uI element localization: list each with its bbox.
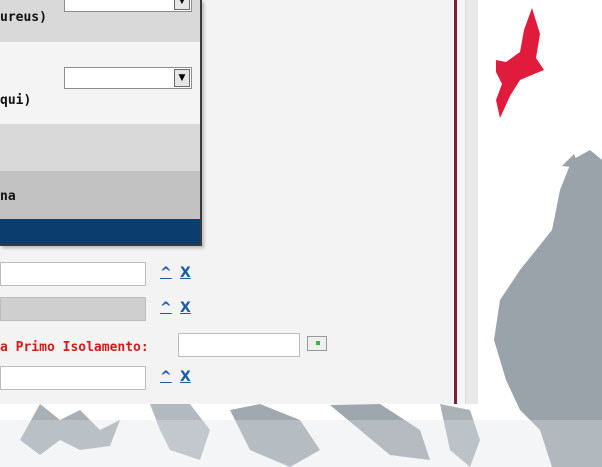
popup-row[interactable]: ureus) ▼ xyxy=(0,0,200,42)
chevron-down-icon[interactable]: ▼ xyxy=(174,69,190,87)
dropdown-select[interactable]: ▼ xyxy=(64,67,192,89)
horse-silhouette-icon xyxy=(494,150,602,467)
calendar-icon[interactable] xyxy=(307,336,327,351)
form-panel: ureus) ▼ ▼ qui) na ^ X ^ X a Primo Isola… xyxy=(0,0,462,404)
popup-row[interactable]: na xyxy=(0,171,200,219)
text-field-disabled[interactable] xyxy=(0,297,146,321)
panel-border xyxy=(457,0,466,404)
scrollbar[interactable] xyxy=(466,0,478,404)
popup-row[interactable] xyxy=(0,124,200,171)
text-field[interactable] xyxy=(0,262,146,286)
popup-footer xyxy=(0,219,200,244)
chevron-down-icon[interactable]: ▼ xyxy=(174,0,190,10)
clear-button[interactable]: X xyxy=(180,265,191,281)
popup-row[interactable]: ▼ qui) xyxy=(0,42,200,124)
clear-button[interactable]: X xyxy=(180,369,191,385)
popup-row-label: qui) xyxy=(0,93,32,108)
dropdown-popup: ureus) ▼ ▼ qui) na xyxy=(0,0,202,246)
popup-row-label: ureus) xyxy=(0,10,47,25)
move-up-button[interactable]: ^ xyxy=(160,369,172,385)
move-up-button[interactable]: ^ xyxy=(160,300,172,316)
bird-logo-icon xyxy=(496,8,544,118)
date-input[interactable] xyxy=(178,333,300,357)
popup-row-label: na xyxy=(0,189,16,204)
date-field-label: a Primo Isolamento: xyxy=(0,340,149,355)
text-field[interactable] xyxy=(0,366,146,390)
dropdown-select[interactable]: ▼ xyxy=(64,0,192,12)
move-up-button[interactable]: ^ xyxy=(160,265,172,281)
clear-button[interactable]: X xyxy=(180,300,191,316)
